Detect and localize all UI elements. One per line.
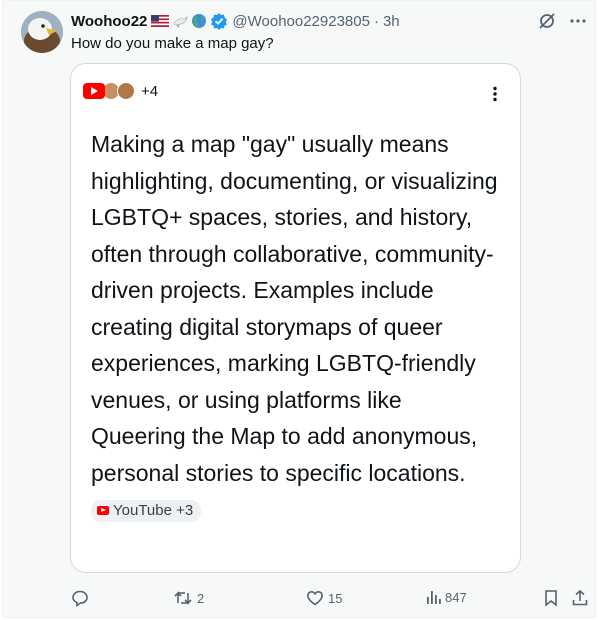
repost-button[interactable]: 2 [173, 589, 204, 607]
grok-answer-card[interactable]: +4 Making a map "gay" usually means high… [70, 63, 521, 573]
post-time[interactable]: 3h [383, 13, 400, 30]
repost-icon [173, 589, 193, 607]
answer-text: Making a map "gay" usually means highlig… [91, 126, 501, 528]
youtube-icon [97, 506, 109, 516]
bookmark-button[interactable] [543, 589, 559, 607]
separator: · [373, 12, 379, 30]
reply-button[interactable] [71, 589, 89, 607]
action-bar: 2 15 847 [3, 589, 597, 609]
dove-icon [172, 13, 188, 29]
us-flag-icon [151, 15, 170, 27]
user-handle[interactable]: @Woohoo22923805 [232, 13, 370, 30]
like-count: 15 [328, 590, 343, 606]
avatar[interactable] [21, 11, 63, 53]
source-avatar-2 [117, 82, 135, 100]
earth-icon [191, 13, 207, 29]
share-icon [571, 589, 589, 607]
views-button[interactable]: 847 [425, 589, 467, 605]
verified-icon [210, 12, 228, 30]
more-icon[interactable] [569, 12, 587, 30]
reply-icon [71, 589, 89, 607]
youtube-icon [83, 83, 105, 99]
like-icon [306, 589, 324, 607]
post[interactable]: Woohoo22 @Woohoo22923805 · 3h How do you… [2, 0, 596, 618]
answer-body: Making a map "gay" usually means highlig… [91, 131, 498, 486]
views-icon [425, 589, 441, 605]
bookmark-icon [543, 589, 559, 607]
share-button[interactable] [571, 589, 589, 607]
sources-row[interactable]: +4 [83, 82, 158, 100]
post-text: How do you make a map gay? [71, 35, 274, 52]
display-name[interactable]: Woohoo22 [71, 13, 147, 30]
card-menu-icon[interactable] [492, 86, 498, 102]
like-button[interactable]: 15 [306, 589, 342, 607]
repost-count: 2 [197, 590, 205, 606]
source-chip[interactable]: YouTube +3 [91, 499, 202, 522]
views-count: 847 [445, 589, 467, 605]
sources-more-count: +4 [141, 82, 159, 100]
source-chip-label: YouTube +3 [113, 501, 194, 519]
grok-icon[interactable] [537, 11, 557, 31]
